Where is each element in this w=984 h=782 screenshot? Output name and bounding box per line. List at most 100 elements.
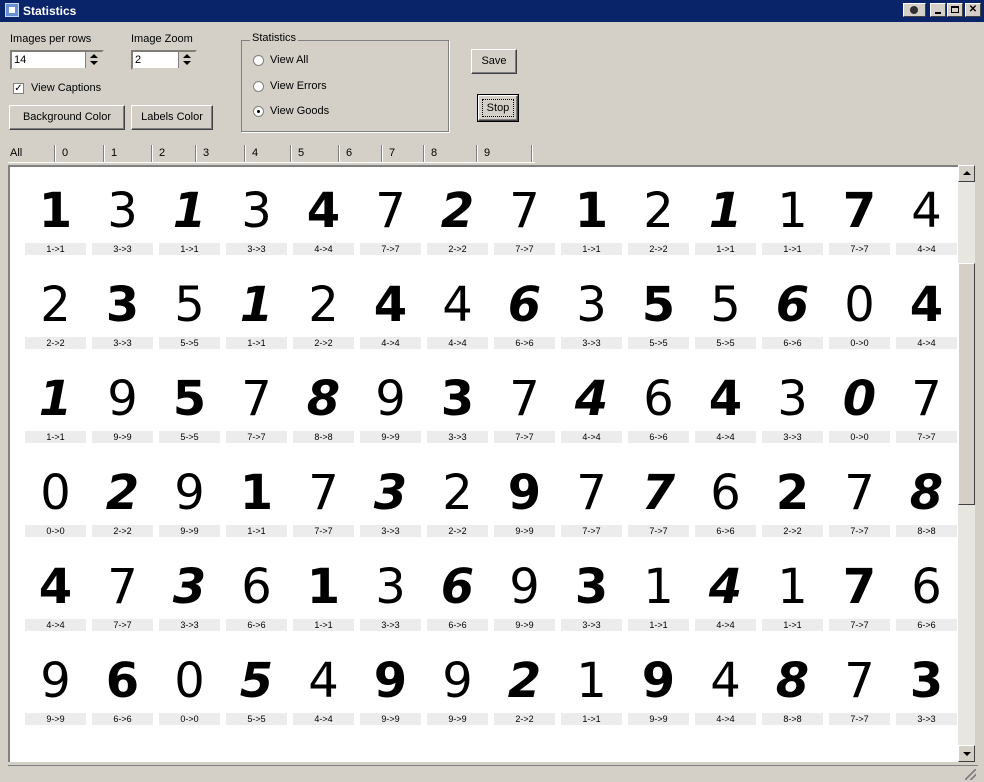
tab-1[interactable]: 1 xyxy=(104,145,152,162)
digit-cell[interactable]: 3 3->3 xyxy=(895,649,958,727)
image-zoom-spinner[interactable]: 2 xyxy=(131,50,197,70)
view-errors-radio[interactable] xyxy=(253,81,264,92)
tab-5[interactable]: 5 xyxy=(291,145,339,162)
minimize-button[interactable] xyxy=(930,3,946,17)
digit-cell[interactable]: 5 5->5 xyxy=(694,273,757,351)
digit-cell[interactable]: 3 3->3 xyxy=(359,555,422,633)
digit-cell[interactable]: 1 1->1 xyxy=(694,179,757,257)
digit-cell[interactable]: 7 7->7 xyxy=(828,461,891,539)
digit-cell[interactable]: 3 3->3 xyxy=(225,179,288,257)
stop-button-label[interactable]: Stop xyxy=(482,99,514,117)
view-errors-label[interactable]: View Errors xyxy=(270,80,327,92)
image-grid-panel[interactable]: 1 1->1 3 3->3 1 1->1 3 3->3 4 4->4 7 7->7 2 2->2 7 7->7… xyxy=(8,165,958,762)
digit-cell[interactable]: 6 6->6 xyxy=(627,367,690,445)
scroll-up-button[interactable] xyxy=(958,165,975,182)
digit-cell[interactable]: 3 3->3 xyxy=(359,461,422,539)
digit-cell[interactable]: 4 4->4 xyxy=(694,367,757,445)
stop-button[interactable]: Stop xyxy=(477,94,519,122)
digit-cell[interactable]: 9 9->9 xyxy=(627,649,690,727)
digit-cell[interactable]: 1 1->1 xyxy=(24,179,87,257)
digit-cell[interactable]: 1 1->1 xyxy=(560,649,623,727)
digit-cell[interactable]: 7 7->7 xyxy=(359,179,422,257)
digit-cell[interactable]: 7 7->7 xyxy=(560,461,623,539)
digit-cell[interactable]: 8 8->8 xyxy=(761,649,824,727)
digit-cell[interactable]: 7 7->7 xyxy=(493,179,556,257)
digit-cell[interactable]: 4 4->4 xyxy=(24,555,87,633)
title-bar[interactable]: Statistics ✕ xyxy=(0,0,984,22)
digit-cell[interactable]: 1 1->1 xyxy=(292,555,355,633)
digit-cell[interactable]: 1 1->1 xyxy=(158,179,221,257)
view-goods-label[interactable]: View Goods xyxy=(270,105,329,117)
maximize-button[interactable] xyxy=(947,3,963,17)
digit-cell[interactable]: 6 6->6 xyxy=(895,555,958,633)
spin-down-icon[interactable] xyxy=(183,61,191,65)
digit-cell[interactable]: 7 7->7 xyxy=(828,179,891,257)
digit-cell[interactable]: 7 7->7 xyxy=(828,555,891,633)
digit-cell[interactable]: 0 0->0 xyxy=(158,649,221,727)
digit-cell[interactable]: 4 4->4 xyxy=(694,649,757,727)
digit-cell[interactable]: 7 7->7 xyxy=(828,649,891,727)
digit-cell[interactable]: 6 6->6 xyxy=(225,555,288,633)
digit-cell[interactable]: 7 7->7 xyxy=(895,367,958,445)
digit-cell[interactable]: 9 9->9 xyxy=(359,649,422,727)
digit-cell[interactable]: 8 8->8 xyxy=(292,367,355,445)
digit-cell[interactable]: 4 4->4 xyxy=(895,273,958,351)
tab-8[interactable]: 8 xyxy=(424,145,477,162)
digit-cell[interactable]: 0 0->0 xyxy=(828,367,891,445)
tab-6[interactable]: 6 xyxy=(339,145,382,162)
scroll-thumb[interactable] xyxy=(958,263,975,505)
digit-cell[interactable]: 5 5->5 xyxy=(225,649,288,727)
digit-cell[interactable]: 6 6->6 xyxy=(761,273,824,351)
resize-grip-icon[interactable] xyxy=(965,769,976,780)
digit-cell[interactable]: 9 9->9 xyxy=(24,649,87,727)
images-per-row-spinner[interactable]: 14 xyxy=(10,50,104,70)
digit-cell[interactable]: 3 3->3 xyxy=(91,273,154,351)
digit-cell[interactable]: 2 2->2 xyxy=(426,179,489,257)
digit-cell[interactable]: 9 9->9 xyxy=(426,649,489,727)
digit-cell[interactable]: 1 1->1 xyxy=(627,555,690,633)
digit-cell[interactable]: 6 6->6 xyxy=(694,461,757,539)
app-icon[interactable] xyxy=(5,3,19,17)
digit-cell[interactable]: 6 6->6 xyxy=(91,649,154,727)
digit-cell[interactable]: 5 5->5 xyxy=(158,367,221,445)
digit-cell[interactable]: 2 2->2 xyxy=(493,649,556,727)
images-per-row-value[interactable]: 14 xyxy=(14,54,26,66)
tab-4[interactable]: 4 xyxy=(245,145,291,162)
digit-cell[interactable]: 4 4->4 xyxy=(292,649,355,727)
digit-cell[interactable]: 6 6->6 xyxy=(493,273,556,351)
digit-cell[interactable]: 4 4->4 xyxy=(292,179,355,257)
tab-all[interactable]: All xyxy=(8,145,55,162)
tab-7[interactable]: 7 xyxy=(382,145,424,162)
image-zoom-value[interactable]: 2 xyxy=(135,54,141,66)
scroll-down-button[interactable] xyxy=(958,745,975,762)
digit-cell[interactable]: 3 3->3 xyxy=(158,555,221,633)
digit-cell[interactable]: 5 5->5 xyxy=(627,273,690,351)
spin-down-icon[interactable] xyxy=(90,61,98,65)
tab-2[interactable]: 2 xyxy=(152,145,196,162)
digit-cell[interactable]: 7 7->7 xyxy=(225,367,288,445)
digit-cell[interactable]: 9 9->9 xyxy=(493,555,556,633)
digit-cell[interactable]: 9 9->9 xyxy=(493,461,556,539)
spin-up-icon[interactable] xyxy=(183,54,191,58)
digit-cell[interactable]: 7 7->7 xyxy=(627,461,690,539)
digit-cell[interactable]: 7 7->7 xyxy=(292,461,355,539)
digit-cell[interactable]: 4 4->4 xyxy=(694,555,757,633)
digit-cell[interactable]: 2 2->2 xyxy=(627,179,690,257)
digit-cell[interactable]: 2 2->2 xyxy=(24,273,87,351)
digit-cell[interactable]: 3 3->3 xyxy=(91,179,154,257)
view-all-label[interactable]: View All xyxy=(270,54,308,66)
digit-cell[interactable]: 8 8->8 xyxy=(895,461,958,539)
labels-color-button[interactable]: Labels Color xyxy=(131,105,213,130)
view-captions-label[interactable]: View Captions xyxy=(31,82,101,94)
digit-cell[interactable]: 1 1->1 xyxy=(24,367,87,445)
digit-cell[interactable]: 1 1->1 xyxy=(761,555,824,633)
digit-cell[interactable]: 2 2->2 xyxy=(761,461,824,539)
background-color-button[interactable]: Background Color xyxy=(9,105,125,130)
digit-cell[interactable]: 4 4->4 xyxy=(895,179,958,257)
view-goods-radio[interactable] xyxy=(253,106,264,117)
digit-cell[interactable]: 1 1->1 xyxy=(225,273,288,351)
digit-cell[interactable]: 0 0->0 xyxy=(828,273,891,351)
digit-cell[interactable]: 1 1->1 xyxy=(225,461,288,539)
spin-up-icon[interactable] xyxy=(90,54,98,58)
digit-cell[interactable]: 4 4->4 xyxy=(359,273,422,351)
